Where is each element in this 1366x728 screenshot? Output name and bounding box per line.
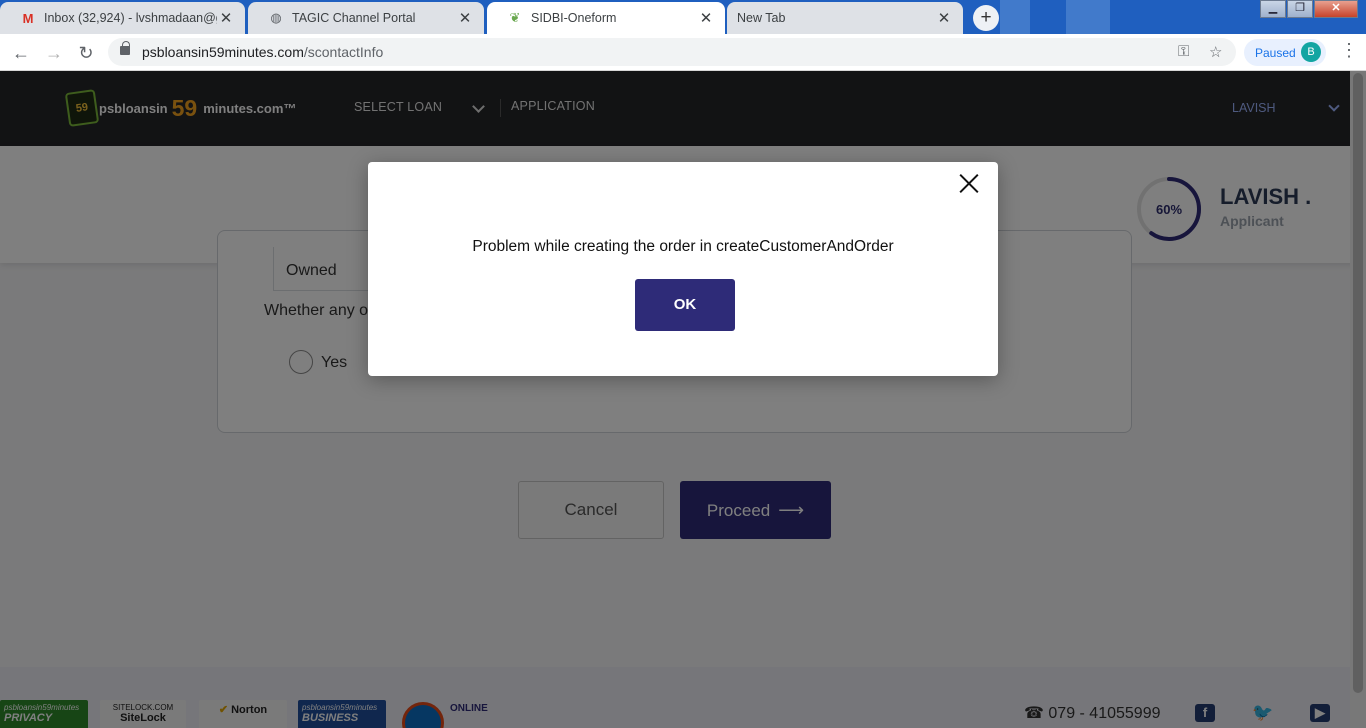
avatar: B bbox=[1301, 42, 1321, 62]
gmail-icon: M bbox=[22, 10, 34, 26]
star-icon[interactable]: ☆ bbox=[1209, 43, 1222, 61]
profile-status: Paused bbox=[1255, 46, 1296, 60]
background-decoration bbox=[1066, 0, 1110, 34]
tab-title: TAGIC Channel Portal bbox=[292, 11, 416, 25]
minimize-button[interactable]: ▁ bbox=[1260, 0, 1286, 18]
window-close-button[interactable]: ✕ bbox=[1314, 0, 1358, 18]
lock-icon bbox=[120, 41, 130, 55]
error-dialog: Problem while creating the order in crea… bbox=[368, 162, 998, 376]
url-text: psbloansin59minutes.com/scontactInfo bbox=[142, 44, 383, 60]
close-icon[interactable]: ✕ bbox=[456, 9, 474, 27]
menu-icon[interactable]: ⋮ bbox=[1340, 40, 1358, 61]
site-icon: ❦ bbox=[509, 10, 521, 25]
profile-button[interactable]: Paused B bbox=[1244, 39, 1326, 66]
url-path: /scontactInfo bbox=[303, 44, 384, 60]
url-host: psbloansin59minutes.com bbox=[142, 44, 304, 60]
ok-button[interactable]: OK bbox=[635, 279, 735, 331]
back-icon[interactable]: ← bbox=[10, 42, 32, 64]
reload-icon[interactable]: ↻ bbox=[75, 42, 97, 64]
tab-tagic[interactable]: ◍ TAGIC Channel Portal ✕ bbox=[248, 2, 484, 34]
globe-icon: ◍ bbox=[270, 10, 282, 25]
close-icon[interactable] bbox=[958, 172, 980, 194]
tab-title: Inbox (32,924) - lvshmadaan@gm bbox=[44, 11, 217, 25]
key-icon[interactable]: ⚿ bbox=[1178, 43, 1189, 60]
background-decoration bbox=[1000, 0, 1030, 34]
tab-inbox[interactable]: M Inbox (32,924) - lvshmadaan@gm ✕ bbox=[0, 2, 245, 34]
window-controls: ▁ ❐ ✕ bbox=[1259, 0, 1358, 18]
maximize-button[interactable]: ❐ bbox=[1287, 0, 1313, 18]
tab-title: SIDBI-Oneform bbox=[531, 11, 617, 25]
tab-title: New Tab bbox=[737, 11, 786, 25]
forward-icon[interactable]: → bbox=[43, 42, 65, 64]
tab-new-tab[interactable]: New Tab ✕ bbox=[727, 2, 963, 34]
url-input[interactable]: psbloansin59minutes.com/scontactInfo ⚿ ☆ bbox=[108, 38, 1236, 66]
error-message: Problem while creating the order in crea… bbox=[472, 238, 894, 255]
close-icon[interactable]: ✕ bbox=[697, 9, 715, 27]
new-tab-button[interactable]: + bbox=[973, 5, 999, 31]
close-icon[interactable]: ✕ bbox=[935, 9, 953, 27]
close-icon[interactable]: ✕ bbox=[217, 9, 235, 27]
browser-tab-strip: M Inbox (32,924) - lvshmadaan@gm ✕ ◍ TAG… bbox=[0, 0, 1366, 34]
tab-sidbi-oneform[interactable]: ❦ SIDBI-Oneform ✕ bbox=[487, 2, 725, 34]
address-bar: ← → ↻ psbloansin59minutes.com/scontactIn… bbox=[0, 34, 1366, 71]
